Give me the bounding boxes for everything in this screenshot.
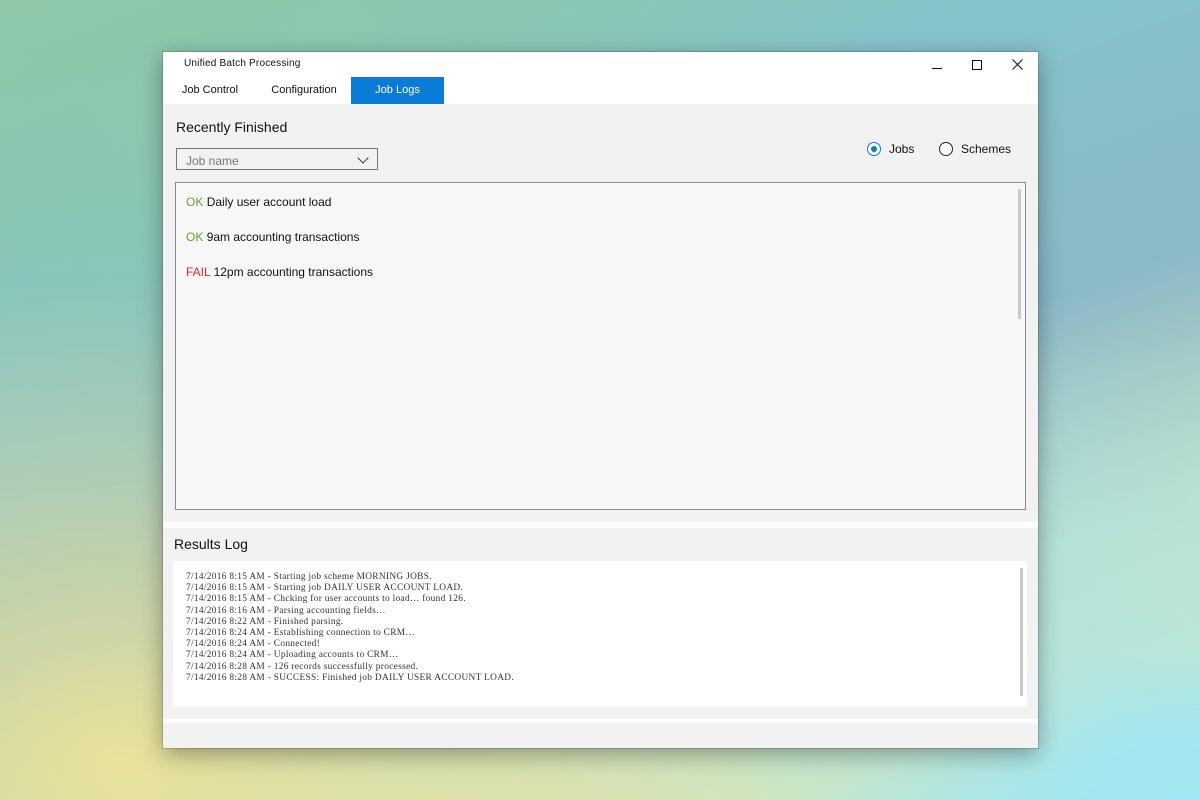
status-bar-divider (163, 719, 1038, 723)
job-name-dropdown[interactable]: Job name (176, 148, 378, 170)
jobs-list-scrollbar[interactable] (1018, 189, 1021, 319)
maximize-icon (972, 59, 982, 70)
maximize-button[interactable] (957, 52, 997, 77)
list-item[interactable]: OK 9am accounting transactions (186, 230, 359, 244)
log-line: 7/14/2016 8:15 AM - Starting job DAILY U… (186, 583, 464, 594)
app-window: Unified Batch Processing Job Control Con… (163, 52, 1038, 748)
log-line: 7/14/2016 8:28 AM - SUCCESS: Finished jo… (186, 672, 515, 683)
radio-schemes-label: Schemes (961, 142, 1012, 156)
radio-schemes-circle[interactable] (939, 142, 953, 156)
tab-bar: Job Control Configuration Job Logs (163, 77, 1038, 104)
list-item[interactable]: OK Daily user account load (186, 195, 331, 209)
results-log-scrollbar[interactable] (1020, 568, 1023, 696)
results-log-box[interactable]: 7/14/2016 8:15 AM - Starting job scheme … (173, 561, 1027, 707)
title-bar: Unified Batch Processing (163, 52, 1038, 77)
log-line: 7/14/2016 8:22 AM - Finished parsing. (186, 616, 344, 627)
radio-schemes[interactable]: Schemes (939, 141, 1011, 157)
radio-selected-dot (871, 146, 877, 152)
log-line: 7/14/2016 8:24 AM - Establishing connect… (186, 628, 416, 639)
status-label: FAIL (186, 265, 211, 279)
close-icon (1011, 59, 1023, 70)
job-name: 9am accounting transactions (206, 230, 360, 244)
log-line: 7/14/2016 8:24 AM - Uploading accounts t… (186, 650, 399, 661)
log-line: 7/14/2016 8:15 AM - Starting job scheme … (186, 572, 432, 582)
radio-jobs[interactable]: Jobs (867, 141, 914, 157)
minimize-button[interactable] (917, 52, 957, 77)
job-name: Daily user account load (206, 195, 332, 209)
window-title: Unified Batch Processing (184, 58, 301, 69)
chevron-down-icon (357, 152, 369, 164)
log-line: 7/14/2016 8:28 AM - 126 records successf… (186, 661, 419, 672)
log-line: 7/14/2016 8:16 AM - Parsing accounting f… (186, 605, 386, 616)
minimize-icon (932, 68, 942, 69)
status-label: OK (186, 230, 204, 244)
radio-jobs-label: Jobs (889, 142, 915, 156)
radio-jobs-circle[interactable] (867, 142, 881, 156)
job-name: 12pm accounting transactions (213, 265, 374, 279)
status-label: OK (186, 195, 204, 209)
section-divider (163, 522, 1038, 528)
log-line: 7/14/2016 8:15 AM - Chcking for user acc… (186, 594, 466, 605)
results-log-heading: Results Log (174, 536, 248, 552)
dropdown-placeholder: Job name (186, 154, 239, 168)
tab-job-control[interactable]: Job Control (163, 77, 257, 104)
log-line: 7/14/2016 8:24 AM - Connected! (186, 639, 320, 650)
tab-configuration[interactable]: Configuration (257, 77, 351, 104)
recent-jobs-list: OK Daily user account load OK 9am accoun… (175, 182, 1026, 510)
log-lines: 7/14/2016 8:15 AM - Starting job scheme … (186, 572, 514, 684)
list-item[interactable]: FAIL 12pm accounting transactions (186, 265, 373, 279)
close-button[interactable] (997, 52, 1037, 77)
recently-finished-heading: Recently Finished (176, 119, 288, 135)
tab-job-logs[interactable]: Job Logs (351, 77, 444, 104)
